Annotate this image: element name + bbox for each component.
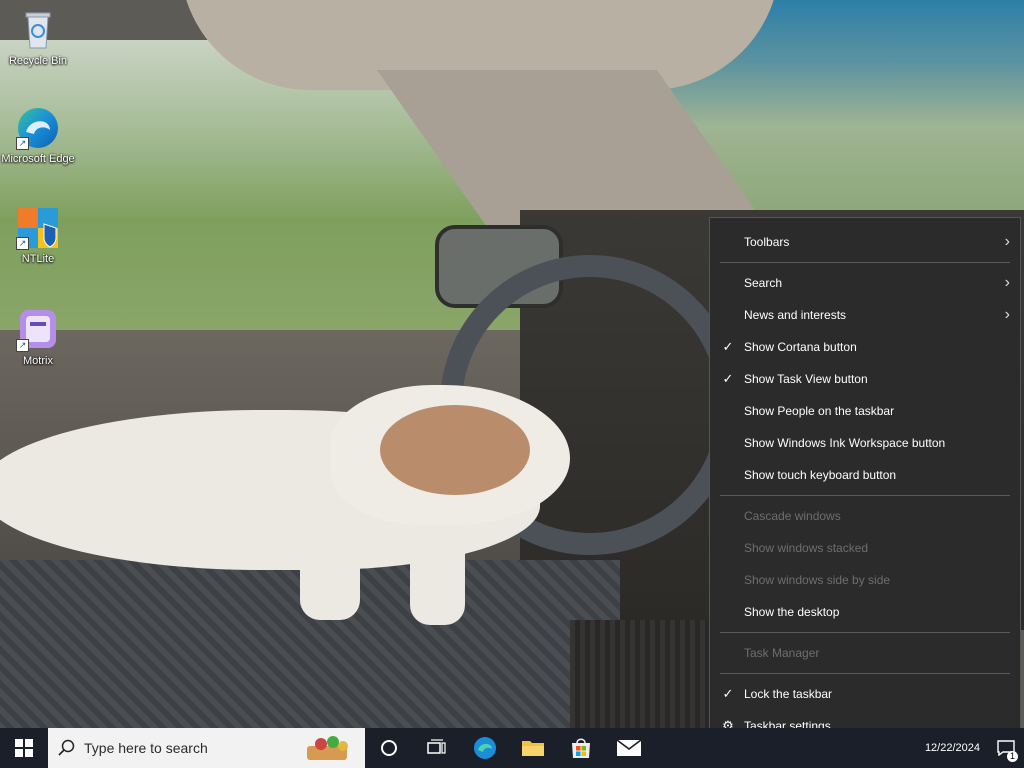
desktop-icon-microsoft-edge[interactable]: ↗ Microsoft Edge: [0, 106, 76, 166]
notification-count-badge: 1: [1006, 751, 1018, 762]
desktop-icon-motrix[interactable]: ↗ Motrix: [0, 308, 76, 368]
menu-item-label: Search: [744, 276, 783, 290]
shortcut-arrow-icon: ↗: [16, 237, 29, 250]
desktop-icon-label: NTLite: [21, 253, 55, 265]
motrix-icon: ↗: [16, 308, 60, 352]
mail-icon: [617, 740, 641, 756]
search-placeholder: Type here to search: [84, 740, 208, 756]
taskbar: Type here to search 12/22/2024 1: [0, 728, 1024, 768]
system-tray: 12/22/2024 1: [917, 728, 1024, 768]
clock-date: 12/22/2024: [924, 741, 980, 754]
menu-item-show-people[interactable]: Show People on the taskbar: [710, 395, 1020, 427]
menu-item-show-touch-keyboard[interactable]: Show touch keyboard button: [710, 459, 1020, 491]
menu-item-label: Show the desktop: [744, 605, 840, 619]
edge-icon: ↗: [16, 106, 60, 150]
shortcut-arrow-icon: ↗: [16, 339, 29, 352]
taskbar-file-explorer-button[interactable]: [509, 728, 557, 768]
checkmark-icon: ✓: [722, 686, 734, 701]
recycle-bin-icon: [16, 8, 60, 52]
menu-item-label: Show Windows Ink Workspace button: [744, 436, 946, 450]
action-center-button[interactable]: 1: [988, 728, 1024, 768]
menu-item-label: Toolbars: [744, 235, 790, 249]
menu-item-show-windows-stacked: Show windows stacked: [710, 532, 1020, 564]
taskbar-mail-button[interactable]: [605, 728, 653, 768]
menu-item-label: Lock the taskbar: [744, 687, 833, 701]
windows-logo-icon: [15, 739, 33, 757]
checkmark-icon: ✓: [722, 371, 734, 386]
menu-item-show-windows-side-by-side: Show windows side by side: [710, 564, 1020, 596]
desktop-icon-label: Motrix: [23, 355, 53, 367]
taskbar-store-button[interactable]: [557, 728, 605, 768]
menu-item-label: Task Manager: [744, 646, 820, 660]
start-button[interactable]: [0, 728, 48, 768]
taskbar-search-box[interactable]: Type here to search: [48, 728, 365, 768]
menu-item-show-task-view-button[interactable]: ✓ Show Task View button: [710, 363, 1020, 395]
menu-item-label: Show windows side by side: [744, 573, 891, 587]
checkmark-icon: ✓: [722, 339, 734, 354]
search-highlight-icon: [307, 736, 348, 760]
menu-item-label: News and interests: [744, 308, 847, 322]
menu-item-show-windows-ink[interactable]: Show Windows Ink Workspace button: [710, 427, 1020, 459]
menu-item-show-cortana-button[interactable]: ✓ Show Cortana button: [710, 331, 1020, 363]
menu-item-task-manager: Task Manager: [710, 637, 1020, 669]
menu-item-toolbars[interactable]: Toolbars ›: [710, 226, 1020, 258]
menu-item-label: Cascade windows: [744, 509, 841, 523]
menu-item-search[interactable]: Search ›: [710, 267, 1020, 299]
menu-item-lock-the-taskbar[interactable]: ✓ Lock the taskbar: [710, 678, 1020, 710]
microsoft-store-icon: [572, 738, 590, 758]
menu-separator: [720, 632, 1010, 633]
menu-separator: [720, 262, 1010, 263]
menu-item-label: Show People on the taskbar: [744, 404, 895, 418]
menu-item-label: Show Task View button: [744, 372, 868, 386]
taskbar-context-menu: Toolbars › Search › News and interests ›…: [709, 217, 1021, 748]
menu-item-label: Show Cortana button: [744, 340, 857, 354]
task-view-icon: [427, 739, 446, 754]
cortana-icon: [381, 740, 397, 756]
shortcut-arrow-icon: ↗: [16, 137, 29, 150]
menu-item-cascade-windows: Cascade windows: [710, 500, 1020, 532]
taskbar-clock[interactable]: 12/22/2024: [917, 742, 988, 755]
edge-icon: [474, 737, 496, 759]
chevron-right-icon: ›: [1004, 306, 1010, 323]
menu-separator: [720, 495, 1010, 496]
menu-item-label: Show windows stacked: [744, 541, 869, 555]
cortana-button[interactable]: [365, 728, 413, 768]
task-view-button[interactable]: [413, 728, 461, 768]
desktop-icon-label: Microsoft Edge: [1, 153, 75, 165]
taskbar-edge-button[interactable]: [461, 728, 509, 768]
desktop-icon-label: Recycle Bin: [8, 55, 68, 67]
desktop-icon-ntlite[interactable]: ↗ NTLite: [0, 206, 76, 266]
menu-separator: [720, 673, 1010, 674]
menu-item-label: Show touch keyboard button: [744, 468, 897, 482]
chevron-right-icon: ›: [1004, 274, 1010, 291]
desktop-icon-recycle-bin[interactable]: Recycle Bin: [0, 8, 76, 68]
ntlite-icon: ↗: [16, 206, 60, 250]
file-explorer-icon: [522, 741, 544, 756]
menu-item-show-the-desktop[interactable]: Show the desktop: [710, 596, 1020, 628]
chevron-right-icon: ›: [1004, 233, 1010, 250]
menu-item-news-and-interests[interactable]: News and interests ›: [710, 299, 1020, 331]
search-icon: [58, 739, 75, 756]
